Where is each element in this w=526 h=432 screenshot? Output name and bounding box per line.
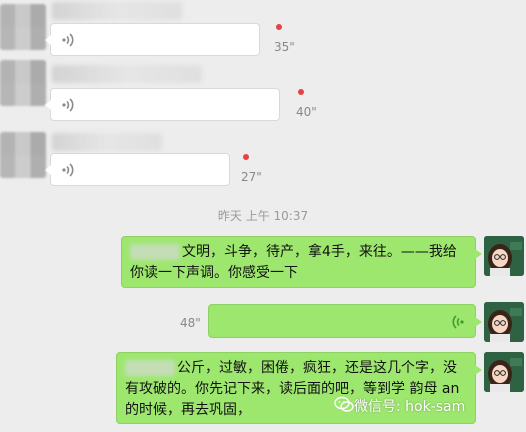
voice-wave-icon xyxy=(62,33,74,47)
wechat-icon xyxy=(334,396,354,412)
contact-name xyxy=(52,133,162,151)
my-avatar[interactable] xyxy=(484,302,524,342)
contact-name xyxy=(52,65,202,83)
my-voice-message[interactable] xyxy=(208,304,482,338)
contact-name xyxy=(52,2,182,20)
contact-avatar[interactable] xyxy=(0,4,46,50)
unread-dot xyxy=(276,24,282,30)
voice-wave-icon xyxy=(452,315,464,329)
message-text: 文明，斗争，待产，拿4手，来往。——我给你读一下声调。你感受一下 xyxy=(130,242,467,284)
timestamp: 昨天 上午 10:37 xyxy=(217,209,309,223)
voice-duration: 35" xyxy=(274,40,295,54)
voice-duration: 40" xyxy=(296,105,317,119)
voice-message-3[interactable] xyxy=(45,153,230,186)
contact-avatar[interactable] xyxy=(0,60,46,106)
my-text-message-1[interactable]: 文明，斗争，待产，拿4手，来往。——我给你读一下声调。你感受一下 xyxy=(121,236,482,288)
teacher-avatar-icon xyxy=(484,236,524,276)
contact-avatar[interactable] xyxy=(0,132,46,178)
teacher-avatar-icon xyxy=(484,352,524,392)
blurred-name xyxy=(130,244,180,260)
voice-wave-icon xyxy=(62,163,74,177)
voice-message-1[interactable] xyxy=(45,23,260,56)
my-avatar[interactable] xyxy=(484,352,524,392)
teacher-avatar-icon xyxy=(484,302,524,342)
watermark: 微信号: hok-sam xyxy=(354,399,466,415)
unread-dot xyxy=(298,89,304,95)
unread-dot xyxy=(243,154,249,160)
voice-message-2[interactable] xyxy=(45,88,280,121)
my-avatar[interactable] xyxy=(484,236,524,276)
voice-wave-icon xyxy=(62,98,74,112)
blurred-name xyxy=(125,360,175,376)
voice-duration: 48" xyxy=(180,316,201,330)
voice-duration: 27" xyxy=(241,170,262,184)
